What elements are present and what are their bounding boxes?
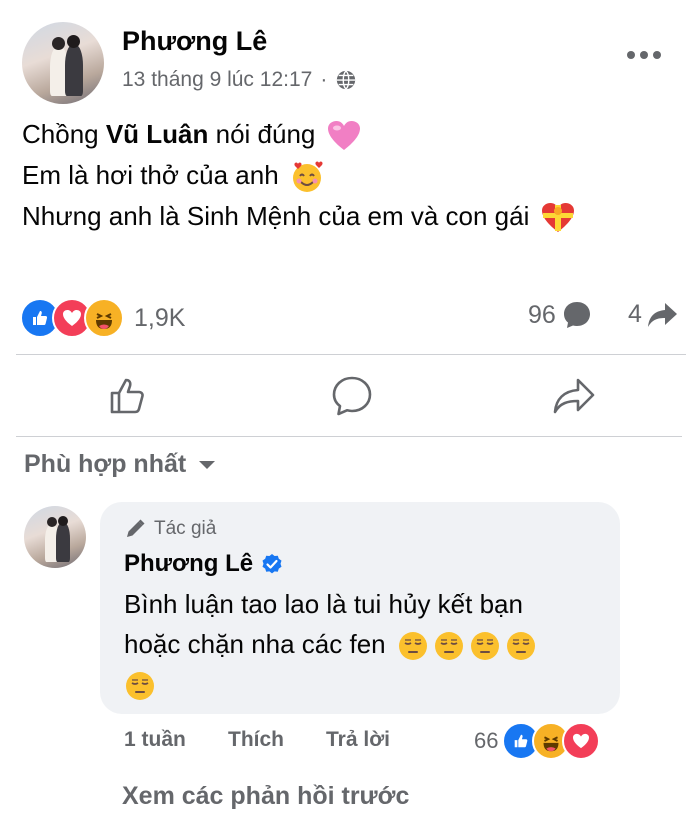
post-line-3: Nhưng anh là Sinh Mệnh của em và con gái <box>22 196 575 237</box>
comment-text: Bình luận tao lao là tui hủy kết bạn hoặ… <box>124 584 604 704</box>
relieved-face-emojis-overflow <box>124 664 604 704</box>
post-line-1: Chồng Vũ Luân nói đúng <box>22 114 575 155</box>
comment-count[interactable]: 96 <box>528 300 592 330</box>
comment-reactions[interactable]: 66 <box>474 722 601 760</box>
post-action-bar <box>0 356 686 436</box>
relieved-face-icon <box>506 632 535 661</box>
comment-bubble[interactable]: Tác giả Phương Lê Bình luận tao lao là t… <box>100 502 620 714</box>
comment-button[interactable] <box>330 374 374 418</box>
post-body: Chồng Vũ Luân nói đúng Em là hơi thở của… <box>22 114 575 237</box>
comment-like-button[interactable]: Thích <box>228 728 284 752</box>
relieved-face-icon <box>398 632 427 661</box>
post-line-2: Em là hơi thở của anh <box>22 155 575 196</box>
dot-separator: · <box>320 68 328 91</box>
post-timestamp[interactable]: 13 tháng 9 lúc 12:17 <box>122 68 312 92</box>
divider <box>16 436 682 437</box>
share-count-icon <box>647 302 677 327</box>
reactions-summary[interactable]: 1,9K <box>20 298 185 338</box>
view-previous-replies-link[interactable]: Xem các phản hồi trước <box>122 782 409 811</box>
divider <box>16 354 686 355</box>
relieved-face-emojis <box>393 629 537 661</box>
comment-text-line-2: hoặc chặn nha các fen <box>124 624 604 664</box>
share-button[interactable] <box>552 374 596 418</box>
commenter-avatar[interactable] <box>24 506 86 568</box>
thumbs-up-icon <box>110 378 144 414</box>
pink-heart-icon <box>327 121 360 151</box>
smiling-face-with-hearts-icon <box>292 161 323 193</box>
author-avatar[interactable] <box>22 22 104 104</box>
caret-down-icon <box>199 460 216 469</box>
comment-bubble-icon <box>332 376 372 416</box>
post-meta: 13 tháng 9 lúc 12:17 · <box>122 68 357 92</box>
comment-time[interactable]: 1 tuần <box>124 728 186 752</box>
more-icon <box>627 51 661 59</box>
relieved-face-icon <box>470 632 499 661</box>
comment-reply-button[interactable]: Trả lời <box>326 728 390 752</box>
globe-icon <box>337 70 356 90</box>
share-count[interactable]: 4 <box>628 300 678 329</box>
comment-sort-dropdown[interactable]: Phù hợp nhất <box>24 450 216 479</box>
relieved-face-icon <box>434 632 463 661</box>
heart-with-ribbon-icon <box>541 203 574 233</box>
verified-badge-icon <box>262 554 282 574</box>
mention-link[interactable]: Vũ Luân <box>106 119 209 149</box>
comment-count-icon <box>563 302 590 328</box>
share-arrow-icon <box>553 378 595 414</box>
haha-reaction-icon <box>84 298 124 338</box>
post-author-name[interactable]: Phương Lê <box>122 26 267 57</box>
author-badge: Tác giả <box>124 518 216 540</box>
pen-icon <box>127 519 145 537</box>
comment-reaction-count: 66 <box>474 728 499 753</box>
reaction-count[interactable]: 1,9K <box>134 304 185 333</box>
like-button[interactable] <box>106 374 150 418</box>
comment-author-name[interactable]: Phương Lê <box>124 550 283 578</box>
love-reaction-icon <box>562 722 601 760</box>
more-options-button[interactable] <box>624 40 664 70</box>
relieved-face-icon <box>126 672 154 701</box>
